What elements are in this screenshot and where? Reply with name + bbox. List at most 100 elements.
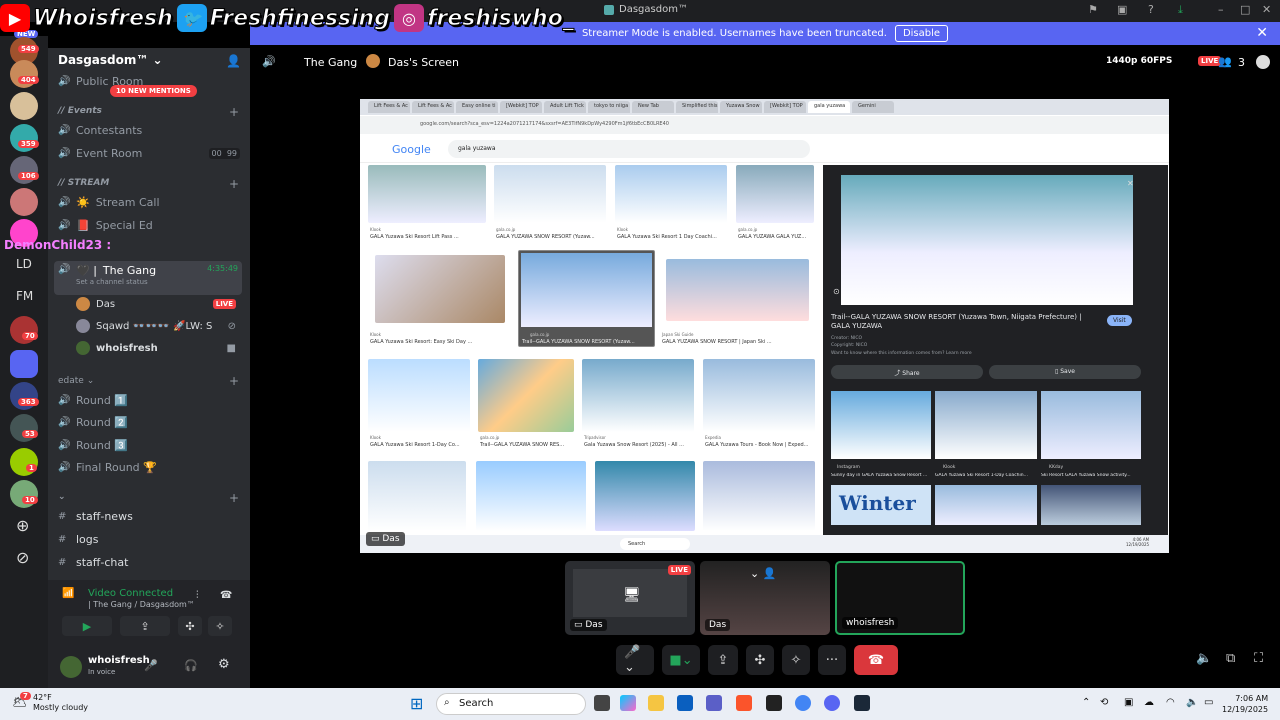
member-das[interactable]: Das LIVE xyxy=(76,297,236,311)
result-image[interactable] xyxy=(615,165,727,223)
server-ld[interactable]: LD xyxy=(16,257,32,271)
copilot-icon[interactable] xyxy=(620,695,636,711)
maximize-icon[interactable]: □ xyxy=(1240,3,1250,16)
download-icon[interactable]: ⤓ xyxy=(1178,3,1183,17)
channel-round-2[interactable]: 🔊 Round 2️⃣ xyxy=(58,416,128,429)
channel-special-ed[interactable]: 🔊 📕 Special Ed xyxy=(58,219,153,232)
chrome-icon[interactable] xyxy=(795,695,811,711)
os-clock[interactable]: 7:06 AM 12/19/2025 xyxy=(1222,693,1268,715)
close-window-icon[interactable]: ✕ xyxy=(1262,3,1271,16)
close-icon[interactable]: ✕ xyxy=(1127,179,1134,188)
browser-tab[interactable]: Yuzawa Snow xyxy=(720,101,762,113)
result-image[interactable] xyxy=(703,359,815,432)
app-icon[interactable] xyxy=(766,695,782,711)
browser-tab[interactable]: [Webkit] TOP xyxy=(764,101,806,113)
disable-button[interactable]: Disable xyxy=(894,25,949,42)
noise-suppression-icon[interactable]: ⫶ xyxy=(196,590,199,601)
result-image[interactable] xyxy=(368,359,470,432)
related-image[interactable] xyxy=(1041,391,1141,459)
browser-tab[interactable]: Easy online ti xyxy=(456,101,498,113)
result-image[interactable] xyxy=(368,165,486,223)
screenshare-button[interactable]: ⇪ xyxy=(708,645,738,675)
server-icon[interactable] xyxy=(10,92,38,120)
store-icon[interactable] xyxy=(677,695,693,711)
browser-tab[interactable]: Lift Fees & Ac xyxy=(368,101,410,113)
channel-contestants[interactable]: 🔊 Contestants xyxy=(58,124,142,137)
channel-event-room[interactable]: 🔊 Event Room 00 99 xyxy=(58,147,240,160)
inbox-icon[interactable]: ▣ xyxy=(1117,3,1127,16)
channel-round-3[interactable]: 🔊 Round 3️⃣ xyxy=(58,439,128,452)
participant-tile-das-camera[interactable]: ⌄ 👤 Das xyxy=(700,561,830,635)
channel-status[interactable]: Set a channel status xyxy=(58,278,148,286)
chat-icon[interactable] xyxy=(1256,55,1270,69)
end-call-button[interactable]: ☎ xyxy=(854,645,898,675)
shared-screen[interactable]: Lift Fees & Ac Lift Fees & Ac Easy online … xyxy=(360,99,1169,553)
mic-icon[interactable]: 🎤 xyxy=(144,659,158,672)
channel-staff-chat[interactable]: # staff-chat xyxy=(58,556,128,569)
weather-widget[interactable]: 42°F Mostly cloudy xyxy=(33,693,88,713)
expand-icon[interactable]: ⌄ 👤 xyxy=(750,567,776,580)
taskbar-search[interactable]: Search xyxy=(436,693,586,715)
screenshare-button[interactable]: ⇪ xyxy=(120,616,170,636)
result-image[interactable] xyxy=(736,165,814,223)
visit-button[interactable]: Visit xyxy=(1107,315,1132,326)
tray-icon[interactable]: ▣ xyxy=(1124,697,1133,708)
related-image[interactable]: Winter xyxy=(831,485,931,525)
headphones-icon[interactable]: 🎧 xyxy=(184,659,198,672)
category-stream[interactable]: // STREAM xyxy=(58,178,109,188)
soundboard-button[interactable]: ✧ xyxy=(208,616,232,636)
guild-name[interactable]: Dasgasdom™ ⌄ xyxy=(58,53,163,67)
fullscreen-icon[interactable]: ⛶ xyxy=(1254,651,1263,666)
save-button[interactable]: ▯ Save xyxy=(989,365,1141,379)
result-image[interactable] xyxy=(582,359,694,432)
folder-icon[interactable] xyxy=(10,350,38,378)
result-image[interactable] xyxy=(368,461,466,531)
start-icon[interactable]: ⊞ xyxy=(410,694,423,713)
new-mentions-pill[interactable]: 10 NEW MENTIONS xyxy=(110,85,197,97)
help-icon[interactable]: ? xyxy=(1148,3,1154,16)
discover-icon[interactable]: ⊘ xyxy=(16,548,29,567)
task-view-icon[interactable] xyxy=(594,695,610,711)
related-image[interactable] xyxy=(831,391,931,459)
discord-icon[interactable] xyxy=(824,695,840,711)
close-icon[interactable]: ✕ xyxy=(1256,25,1268,41)
related-image[interactable] xyxy=(1041,485,1141,525)
tray-icon[interactable]: ☁ xyxy=(1144,697,1154,708)
browser-tab[interactable]: New Tab xyxy=(632,101,674,113)
sound-icon[interactable]: 🔈 xyxy=(1186,697,1198,708)
google-logo[interactable]: Google xyxy=(392,143,431,156)
related-image[interactable] xyxy=(935,485,1037,525)
search-input[interactable]: gala yuzawa xyxy=(448,140,810,158)
teams-icon[interactable] xyxy=(706,695,722,711)
browser-tab[interactable]: [Webkit] TOP xyxy=(500,101,542,113)
category-events[interactable]: // Events xyxy=(58,106,102,116)
browser-tab[interactable]: Simplified this xyxy=(676,101,718,113)
add-channel-icon[interactable]: + xyxy=(229,105,239,119)
result-image[interactable] xyxy=(478,359,574,432)
preview-title[interactable]: Trail--GALA YUZAWA SNOW RESORT (Yuzawa T… xyxy=(831,313,1101,331)
pin-icon[interactable]: ⚑ xyxy=(1088,3,1098,16)
add-member-icon[interactable]: 👤 xyxy=(226,54,241,68)
camera-button[interactable]: ■⌄ xyxy=(662,645,700,675)
channel-round-1[interactable]: 🔊 Round 1️⃣ xyxy=(58,394,128,407)
tray-chevron-icon[interactable]: ⌃ xyxy=(1082,697,1090,708)
more-button[interactable]: ··· xyxy=(818,645,846,675)
category-edate[interactable]: edate ⌄ xyxy=(58,376,94,386)
wifi-icon[interactable]: ◠ xyxy=(1166,697,1175,708)
result-image[interactable] xyxy=(666,259,809,321)
result-image[interactable] xyxy=(375,255,505,323)
server-fm[interactable]: FM xyxy=(16,289,33,303)
volume-icon[interactable]: 🔈 xyxy=(1196,651,1212,666)
file-explorer-icon[interactable] xyxy=(648,695,664,711)
channel-final-round[interactable]: 🔊 Final Round 🏆 xyxy=(58,461,157,474)
browser-tab[interactable]: Gemini xyxy=(852,101,894,113)
brave-icon[interactable] xyxy=(736,695,752,711)
browser-tab[interactable]: Lift Fees & Ac xyxy=(412,101,454,113)
server-icon[interactable] xyxy=(10,188,38,216)
participant-tile-whoisfresh[interactable]: whoisfresh xyxy=(835,561,965,635)
related-image[interactable] xyxy=(935,391,1037,459)
share-button[interactable]: ⤴ Share xyxy=(831,365,983,379)
camera-button[interactable]: ▶ xyxy=(62,616,112,636)
activity-button[interactable]: ✣ xyxy=(178,616,202,636)
avatar[interactable] xyxy=(60,656,82,678)
